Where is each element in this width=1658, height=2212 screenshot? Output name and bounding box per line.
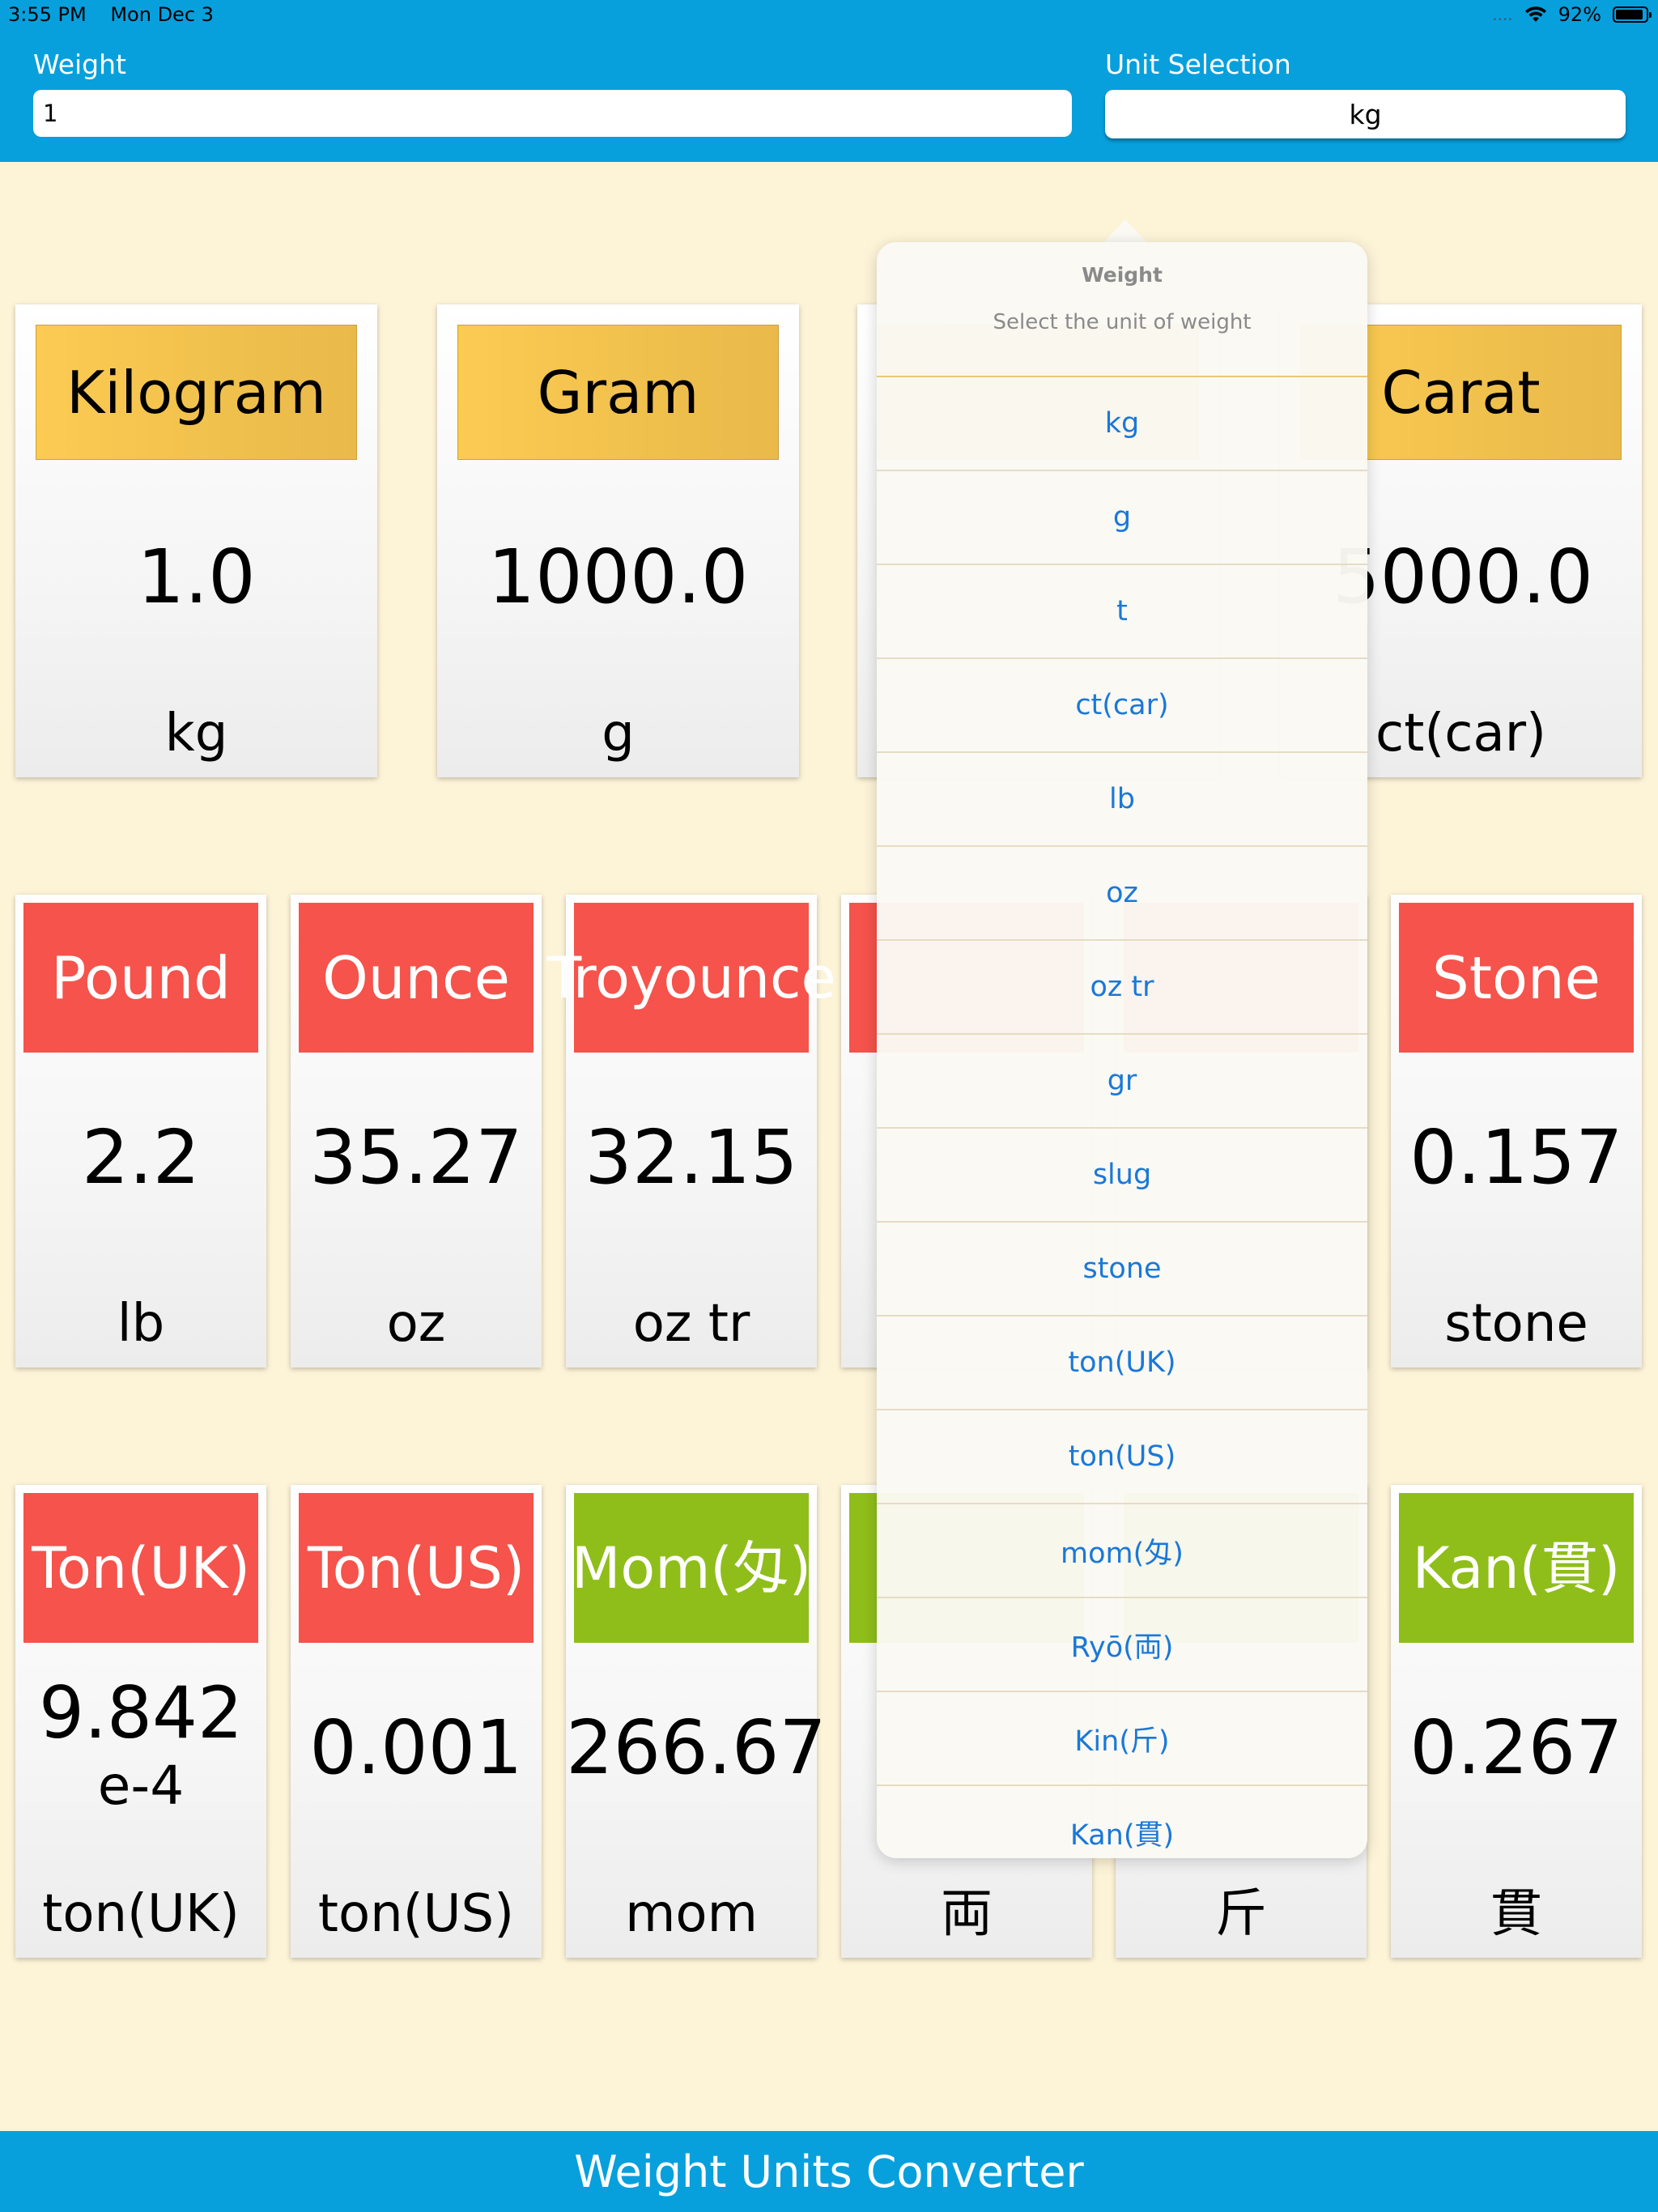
unit-card: Troy ounce 32.15 oz tr [546, 895, 836, 1368]
card-unit: kg [164, 704, 228, 764]
unit-option-list: kg g t ct(car) lb oz oz tr gr slug stone ton(UK) to… [877, 376, 1367, 1878]
card-title-line: Pound [51, 943, 231, 1012]
card-title: Ounce [299, 903, 534, 1053]
weight-label: Weight [33, 49, 126, 80]
unit-card: Gram 1000.0 g [437, 304, 799, 777]
card-value-exponent: e-4 [97, 1755, 185, 1817]
unit-card: Ton (UK) 9.842 e-4 ton(UK) [15, 1485, 266, 1958]
card-title: Gram [457, 325, 779, 460]
top-bar: 3:55 PM Mon Dec 3 .... 92% Weight Unit S… [0, 0, 1658, 162]
card-title-line: Carat [1381, 358, 1541, 427]
card-title: Pound [23, 903, 258, 1053]
card-title-line: Mom [571, 1534, 711, 1602]
card-title-line: Ton [307, 1534, 403, 1602]
unit-picker-popover: Weight Select the unit of weight kg g t ct(… [877, 242, 1367, 1858]
battery-icon [1613, 6, 1652, 23]
card-value: 0.267 [1409, 1704, 1623, 1791]
signal-dots: .... [1492, 5, 1513, 24]
status-bar-left: 3:55 PM Mon Dec 3 [8, 3, 232, 26]
card-value: 32.15 [585, 1114, 798, 1201]
card-value: 1000.0 [487, 534, 749, 620]
unit-card: Mom (匁) 266.67 mom [566, 1485, 827, 1958]
popover-arrow [1103, 219, 1148, 244]
unit-option[interactable]: gr [877, 1033, 1367, 1127]
unit-option[interactable]: Ryō(両) [877, 1597, 1367, 1691]
unit-option[interactable]: stone [877, 1221, 1367, 1315]
card-value: 0.157 [1409, 1114, 1623, 1201]
battery-level-fill [1616, 10, 1643, 19]
unit-option[interactable]: slug [877, 1127, 1367, 1221]
unit-card: Ounce 35.27 oz [291, 895, 542, 1368]
card-value: 1.0 [137, 534, 256, 620]
card-title-line: (US) [402, 1534, 525, 1602]
card-title: Ton (US) [299, 1493, 534, 1643]
weight-input[interactable] [33, 90, 1072, 137]
card-title-line: Stone [1432, 943, 1601, 1012]
unit-selection-button[interactable]: kg [1105, 90, 1626, 138]
unit-card: Pound 2.2 lb [15, 895, 266, 1368]
card-title-line: ounce [663, 944, 836, 1011]
unit-card: Kan (貫) 0.267 貫 [1391, 1485, 1642, 1958]
unit-option[interactable]: lb [877, 751, 1367, 845]
card-title-line: Ton [32, 1534, 128, 1602]
unit-option[interactable]: ct(car) [877, 657, 1367, 751]
card-value-mantissa: 9.842 [39, 1671, 243, 1755]
unit-option[interactable]: Kan(貫) [877, 1784, 1367, 1878]
battery-percent: 92% [1558, 3, 1601, 26]
card-title: Kilogram [36, 325, 357, 460]
card-title-line: Kan [1412, 1534, 1520, 1602]
card-value: 9.842 e-4 [15, 1673, 266, 1819]
popover-title: Weight [1082, 263, 1163, 287]
card-value: 35.27 [309, 1114, 523, 1201]
card-title: Mom (匁) [571, 1493, 812, 1643]
card-unit: mom [625, 1884, 758, 1944]
card-unit: ton(UK) [42, 1884, 240, 1944]
card-unit: 貫 [1490, 1884, 1542, 1944]
unit-option[interactable]: mom(匁) [877, 1503, 1367, 1597]
card-title: Stone [1399, 903, 1634, 1053]
unit-option[interactable]: ton(UK) [877, 1315, 1367, 1409]
card-title-line: (匁) [710, 1534, 812, 1602]
card-title-line: Gram [537, 358, 699, 427]
card-unit: oz [386, 1294, 446, 1354]
card-title-line: Kilogram [66, 358, 326, 427]
card-unit: oz tr [632, 1294, 750, 1354]
card-unit: 斤 [1215, 1884, 1267, 1944]
card-title-line: (貫) [1519, 1534, 1621, 1602]
app-title-bar: Weight Units Converter [0, 2131, 1658, 2212]
unit-card: Kilogram 1.0 kg [15, 304, 377, 777]
card-unit: stone [1444, 1294, 1588, 1354]
card-title: Kan (貫) [1399, 1493, 1634, 1643]
status-date: Mon Dec 3 [110, 3, 214, 26]
unit-option[interactable]: kg [877, 376, 1367, 470]
card-unit: 両 [941, 1884, 993, 1944]
unit-card: Ton (US) 0.001 ton(US) [291, 1485, 542, 1958]
card-title-line: (UK) [127, 1534, 250, 1602]
unit-option[interactable]: ton(US) [877, 1409, 1367, 1503]
unit-selection-label: Unit Selection [1105, 49, 1291, 80]
card-title: Ton (UK) [23, 1493, 258, 1643]
unit-option[interactable]: oz [877, 845, 1367, 939]
unit-option[interactable]: oz tr [877, 939, 1367, 1033]
wifi-icon [1524, 6, 1546, 22]
unit-card: Stone 0.157 stone [1391, 895, 1642, 1368]
card-value: 2.2 [81, 1114, 201, 1201]
card-unit: g [602, 704, 635, 764]
card-unit: ton(US) [317, 1884, 515, 1944]
card-title-line: Troy [546, 944, 664, 1011]
unit-option[interactable]: t [877, 564, 1367, 657]
popover-message: Select the unit of weight [993, 310, 1252, 334]
card-value: 266.67 [566, 1704, 827, 1791]
status-bar-right: .... 92% [1492, 3, 1652, 26]
unit-option[interactable]: g [877, 470, 1367, 564]
card-title: Troy ounce [546, 903, 836, 1053]
card-unit: lb [117, 1294, 165, 1354]
status-time: 3:55 PM [8, 3, 87, 26]
unit-option[interactable]: Kin(斤) [877, 1691, 1367, 1784]
card-value: 0.001 [309, 1704, 523, 1791]
card-title-line: Ounce [322, 943, 510, 1012]
